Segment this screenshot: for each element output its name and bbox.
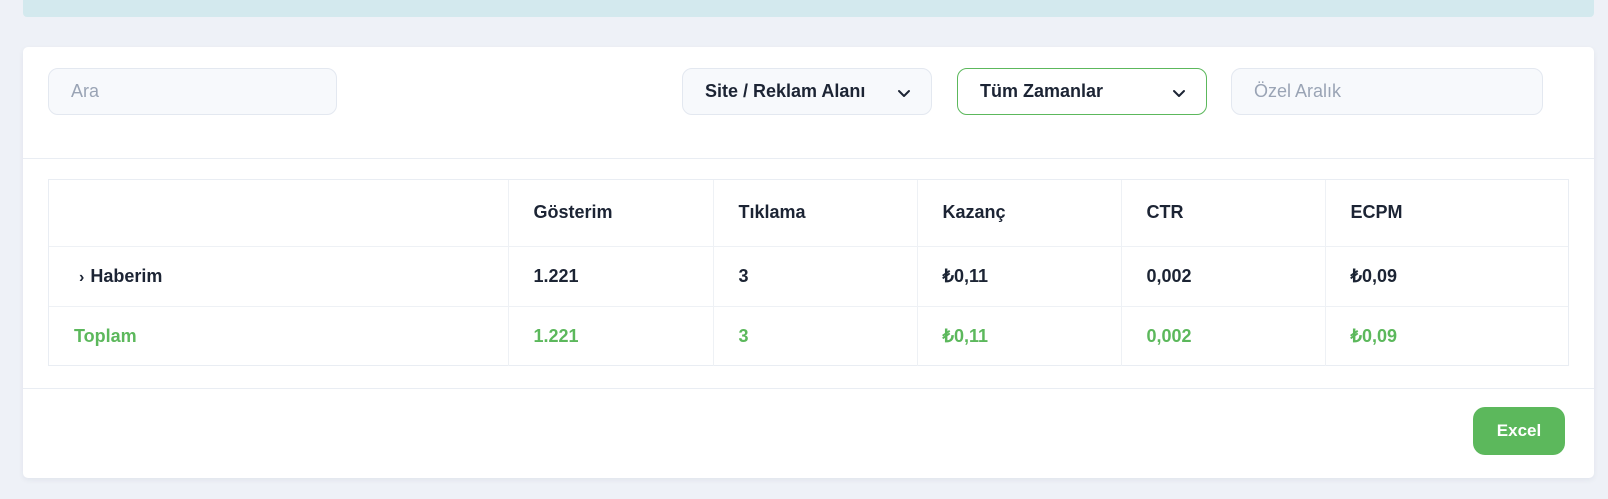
chevron-down-icon [1173, 90, 1185, 97]
column-header-earnings: Kazanç [917, 180, 1122, 247]
clicks-cell: 3 [713, 246, 918, 307]
chevron-down-icon [898, 90, 910, 97]
site-select-value: Site / Reklam Alanı [705, 81, 866, 101]
search-placeholder: Ara [71, 81, 100, 101]
table-row[interactable]: › Haberim 1.221 3 ₺0,11 0,002 ₺0,09 [49, 246, 1568, 307]
total-clicks: 3 [713, 306, 918, 366]
divider [23, 388, 1594, 389]
time-range-select[interactable]: Tüm Zamanlar [957, 68, 1207, 115]
row-name-cell[interactable]: › Haberim [49, 246, 509, 307]
custom-range-input[interactable]: Özel Aralık [1231, 68, 1543, 115]
ctr-cell: 0,002 [1121, 246, 1326, 307]
impressions-cell: 1.221 [508, 246, 714, 307]
column-header-ecpm: ECPM [1325, 180, 1568, 247]
custom-range-placeholder: Özel Aralık [1254, 81, 1342, 101]
row-name: Haberim [90, 265, 163, 286]
filter-bar: Ara Site / Reklam Alanı Tüm Zamanlar Öze… [23, 47, 1594, 159]
stats-table: Gösterim Tıklama Kazanç CTR ECPM › Haberi… [48, 179, 1569, 366]
total-impressions: 1.221 [508, 306, 714, 366]
time-select-value: Tüm Zamanlar [980, 81, 1104, 101]
earnings-cell: ₺0,11 [917, 246, 1122, 307]
total-ecpm: ₺0,09 [1350, 325, 1398, 346]
column-header-ctr: CTR [1121, 180, 1326, 247]
top-banner [23, 0, 1594, 17]
site-ad-area-select[interactable]: Site / Reklam Alanı [682, 68, 932, 115]
ecpm-cell: ₺0,09 [1325, 246, 1568, 307]
total-ctr: 0,002 [1121, 306, 1326, 366]
column-header-impressions: Gösterim [508, 180, 714, 247]
total-row: Toplam 1.221 3 ₺0,11 0,002 ₺0,09 [49, 306, 1568, 366]
excel-export-button[interactable]: Excel [1473, 407, 1565, 455]
total-label: Toplam [49, 306, 509, 366]
search-input[interactable]: Ara [48, 68, 337, 115]
column-header-clicks: Tıklama [713, 180, 918, 247]
total-earnings: ₺0,11 [917, 306, 1122, 366]
column-header-name [49, 180, 509, 247]
report-card: Ara Site / Reklam Alanı Tüm Zamanlar Öze… [23, 47, 1594, 478]
table-header-row: Gösterim Tıklama Kazanç CTR ECPM [49, 180, 1568, 247]
expand-caret-icon[interactable]: › [79, 269, 84, 287]
